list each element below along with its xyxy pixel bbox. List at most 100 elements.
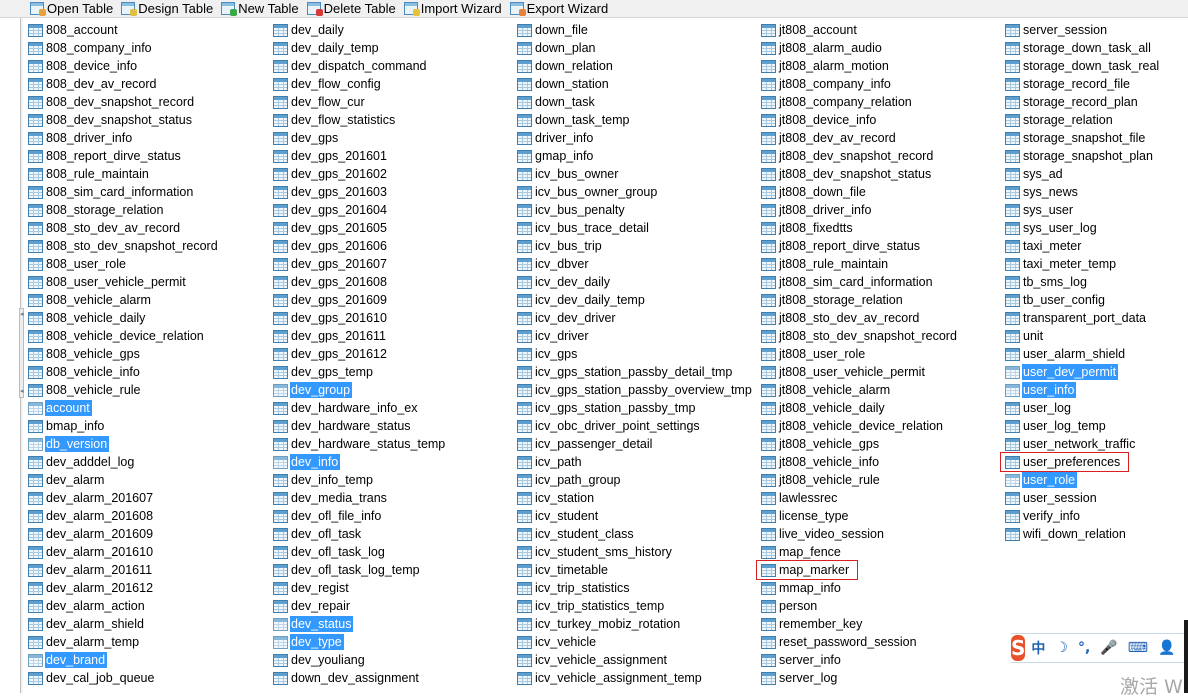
table-item[interactable]: jt808_sim_card_information [761,273,959,291]
table-item[interactable]: reset_password_session [761,633,959,651]
table-item[interactable]: icv_bus_owner_group [517,183,754,201]
table-item[interactable]: dev_dispatch_command [273,57,447,75]
table-item[interactable]: map_marker [755,560,859,580]
table-item[interactable]: jt808_dev_snapshot_status [761,165,959,183]
table-item[interactable]: 808_driver_info [28,129,220,147]
table-item[interactable]: wifi_down_relation [1005,525,1161,543]
table-item[interactable]: dev_daily [273,21,447,39]
table-item[interactable]: user_log_temp [1005,417,1161,435]
table-item[interactable]: jt808_vehicle_rule [761,471,959,489]
table-item[interactable]: dev_alarm_201612 [28,579,220,597]
table-item[interactable]: jt808_company_info [761,75,959,93]
table-item[interactable]: mmap_info [761,579,959,597]
table-item[interactable]: icv_trip_statistics [517,579,754,597]
table-item[interactable]: dev_alarm_201611 [28,561,220,579]
table-item[interactable]: dev_alarm [28,471,220,489]
table-item[interactable]: icv_student [517,507,754,525]
table-item[interactable]: jt808_fixedtts [761,219,959,237]
table-item[interactable]: down_plan [517,39,754,57]
table-item[interactable]: down_relation [517,57,754,75]
table-item[interactable]: dev_flow_statistics [273,111,447,129]
table-item[interactable]: dev_daily_temp [273,39,447,57]
table-item[interactable]: down_file [517,21,754,39]
table-item[interactable]: dev_gps_201605 [273,219,447,237]
table-item[interactable]: icv_dev_daily [517,273,754,291]
table-item[interactable]: dev_flow_cur [273,93,447,111]
table-item[interactable]: 808_vehicle_gps [28,345,220,363]
table-item[interactable]: icv_turkey_mobiz_rotation [517,615,754,633]
table-item[interactable]: icv_dev_driver [517,309,754,327]
table-item[interactable]: storage_relation [1005,111,1161,129]
table-item[interactable]: dev_alarm_201609 [28,525,220,543]
table-item[interactable]: icv_obc_driver_point_settings [517,417,754,435]
table-item[interactable]: 808_report_dirve_status [28,147,220,165]
table-item[interactable]: 808_vehicle_device_relation [28,327,220,345]
table-item[interactable]: 808_account [28,21,220,39]
table-item[interactable]: 808_rule_maintain [28,165,220,183]
table-item[interactable]: dev_gps_201607 [273,255,447,273]
table-item[interactable]: jt808_account [761,21,959,39]
table-item[interactable]: jt808_driver_info [761,201,959,219]
table-item[interactable]: driver_info [517,129,754,147]
table-item[interactable]: icv_trip_statistics_temp [517,597,754,615]
table-item[interactable]: 808_dev_av_record [28,75,220,93]
table-item[interactable]: icv_bus_owner [517,165,754,183]
table-item[interactable]: dev_ofl_task_log_temp [273,561,447,579]
table-item[interactable]: icv_vehicle [517,633,754,651]
table-item[interactable]: user_dev_permit [1005,363,1161,381]
table-item[interactable]: dev_flow_config [273,75,447,93]
table-item[interactable]: jt808_vehicle_gps [761,435,959,453]
table-item[interactable]: dev_info_temp [273,471,447,489]
table-item[interactable]: dev_ofl_task_log [273,543,447,561]
table-item[interactable]: 808_vehicle_rule [28,381,220,399]
table-item[interactable]: server_log [761,669,959,687]
table-item[interactable]: dev_gps_201612 [273,345,447,363]
ime-halfwidth-icon[interactable]: ☽ [1055,640,1068,656]
table-item[interactable]: icv_gps_station_passby_overview_tmp [517,381,754,399]
table-item[interactable]: sys_ad [1005,165,1161,183]
table-item[interactable]: jt808_rule_maintain [761,255,959,273]
table-item[interactable]: dev_alarm_shield [28,615,220,633]
table-item[interactable]: jt808_vehicle_device_relation [761,417,959,435]
table-item[interactable]: icv_bus_trace_detail [517,219,754,237]
table-item[interactable]: transparent_port_data [1005,309,1161,327]
table-item[interactable]: jt808_dev_snapshot_record [761,147,959,165]
ime-punctuation-icon[interactable]: °, [1078,640,1090,656]
table-item[interactable]: storage_snapshot_plan [1005,147,1161,165]
table-item[interactable]: user_preferences [999,452,1130,472]
table-item[interactable]: icv_driver [517,327,754,345]
table-item[interactable]: dev_hardware_status_temp [273,435,447,453]
table-item[interactable]: account [28,399,220,417]
table-item[interactable]: taxi_meter_temp [1005,255,1161,273]
table-item[interactable]: 808_dev_snapshot_record [28,93,220,111]
table-item[interactable]: jt808_alarm_motion [761,57,959,75]
table-item[interactable]: bmap_info [28,417,220,435]
table-item[interactable]: jt808_vehicle_alarm [761,381,959,399]
table-item[interactable]: dev_media_trans [273,489,447,507]
table-item[interactable]: jt808_sto_dev_av_record [761,309,959,327]
table-item[interactable]: dev_info [273,453,447,471]
ime-voice-icon[interactable]: 🎤 [1100,640,1117,656]
table-item[interactable]: jt808_alarm_audio [761,39,959,57]
table-item[interactable]: taxi_meter [1005,237,1161,255]
table-item[interactable]: dev_alarm_temp [28,633,220,651]
table-item[interactable]: 808_dev_snapshot_status [28,111,220,129]
table-item[interactable]: sys_user_log [1005,219,1161,237]
table-item[interactable]: jt808_down_file [761,183,959,201]
table-item[interactable]: icv_dbver [517,255,754,273]
table-item[interactable]: icv_gps [517,345,754,363]
table-item[interactable]: dev_alarm_action [28,597,220,615]
table-item[interactable]: 808_sim_card_information [28,183,220,201]
table-item[interactable]: icv_vehicle_assignment [517,651,754,669]
table-item[interactable]: 808_storage_relation [28,201,220,219]
table-item[interactable]: dev_gps [273,129,447,147]
table-item[interactable]: storage_snapshot_file [1005,129,1161,147]
table-item[interactable]: icv_student_sms_history [517,543,754,561]
table-item[interactable]: 808_vehicle_daily [28,309,220,327]
table-item[interactable]: person [761,597,959,615]
table-item[interactable]: icv_gps_station_passby_tmp [517,399,754,417]
table-item[interactable]: user_log [1005,399,1161,417]
table-item[interactable]: 808_vehicle_alarm [28,291,220,309]
table-item[interactable]: down_task_temp [517,111,754,129]
table-item[interactable]: user_network_traffic [1005,435,1161,453]
